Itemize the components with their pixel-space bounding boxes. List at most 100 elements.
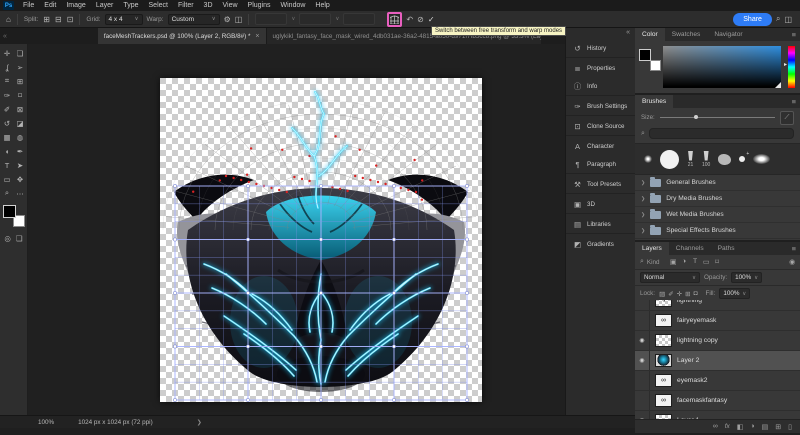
brush-tool[interactable]: ✐ [1, 102, 14, 116]
tab-paths[interactable]: Paths [711, 242, 742, 255]
dock-item-clone-source[interactable]: ⊡Clone Source [566, 117, 635, 136]
warp-control-point[interactable] [392, 238, 395, 241]
layer-row[interactable]: ◉Layer 2 [635, 351, 800, 371]
brush-preset-7[interactable] [753, 154, 770, 164]
dock-item-tool-presets[interactable]: ⚒Tool Presets [566, 175, 635, 194]
menu-help[interactable]: Help [310, 2, 334, 9]
type-filter-icon[interactable]: T [691, 258, 700, 266]
warp-control-point[interactable] [173, 184, 176, 187]
screen-mode-icon[interactable]: ❏ [16, 234, 23, 243]
tab-overflow-icon[interactable]: « [0, 33, 10, 40]
menu-view[interactable]: View [218, 2, 243, 9]
slider-knob[interactable] [694, 115, 698, 119]
warp-control-point[interactable] [319, 184, 322, 187]
filter-toggle-icon[interactable]: ◉ [789, 258, 795, 266]
warp-control-point[interactable] [319, 238, 322, 241]
menu-window[interactable]: Window [276, 2, 311, 9]
warp-control-point[interactable] [319, 398, 322, 401]
dock-item-paragraph[interactable]: ¶Paragraph [566, 155, 635, 174]
visibility-toggle[interactable] [635, 311, 650, 330]
menu-select[interactable]: Select [144, 2, 173, 9]
warp-control-point[interactable] [246, 184, 249, 187]
stroke-preview-toggle[interactable]: ⟋ [780, 111, 794, 125]
tab-color[interactable]: Color [635, 28, 665, 41]
foreground-color-swatch[interactable] [639, 49, 651, 61]
layer-thumbnail[interactable]: ∞ [655, 374, 672, 387]
layer-thumbnail[interactable]: ∞ [655, 314, 672, 327]
new-layer-icon[interactable]: ⊞ [775, 423, 781, 431]
brush-preset-2[interactable] [660, 150, 679, 169]
menu-3d[interactable]: 3D [199, 2, 218, 9]
visibility-toggle[interactable]: ◉ [635, 331, 650, 350]
hue-slider[interactable] [788, 46, 795, 88]
dock-item-libraries[interactable]: ▤Libraries [566, 215, 635, 234]
color-gradient-field[interactable] [663, 46, 781, 88]
visibility-toggle[interactable] [635, 371, 650, 390]
zoom-tool[interactable]: ⌕ [1, 186, 14, 200]
brush-folder-general-brushes[interactable]: ❯General Brushes [635, 175, 800, 191]
dock-item-3d[interactable]: ▣3D [566, 195, 635, 214]
frame-tool[interactable]: ⊞ [14, 74, 27, 88]
smart-object-filter-icon[interactable]: ⌑ [713, 258, 722, 266]
warp-control-point[interactable] [319, 291, 322, 294]
menu-plugins[interactable]: Plugins [243, 2, 276, 9]
dock-item-info[interactable]: ⓘInfo [566, 77, 635, 96]
warp-control-point[interactable] [246, 238, 249, 241]
menu-type[interactable]: Type [118, 2, 143, 9]
warp-control-point[interactable] [173, 291, 176, 294]
home-icon[interactable]: ⌂ [6, 15, 11, 24]
fill-select[interactable]: 100% ∨ [719, 288, 750, 299]
menu-image[interactable]: Image [61, 2, 90, 9]
history-brush-tool[interactable]: ↺ [1, 116, 14, 130]
shape-filter-icon[interactable]: ▭ [702, 258, 711, 266]
warp-control-point[interactable] [246, 291, 249, 294]
gear-icon[interactable]: ⚙ [224, 15, 231, 24]
pixel-filter-icon[interactable]: ▣ [669, 258, 678, 266]
visibility-toggle[interactable] [635, 391, 650, 410]
layer-thumbnail[interactable]: ∞ [655, 394, 672, 407]
warp-control-point[interactable] [246, 398, 249, 401]
lock-artboard-icon[interactable]: ⊞ [685, 290, 690, 298]
dock-item-properties[interactable]: ≣Properties [566, 59, 635, 77]
menu-file[interactable]: File [18, 2, 39, 9]
warp-control-point[interactable] [246, 345, 249, 348]
foreground-color-swatch[interactable] [3, 205, 16, 218]
color-swatch-pair[interactable] [639, 49, 661, 71]
dock-item-character[interactable]: ACharacter [566, 137, 635, 155]
warp-control-point[interactable] [392, 398, 395, 401]
zoom-level[interactable]: 100% [38, 419, 54, 426]
filter-kind-label[interactable]: Kind [647, 259, 660, 266]
expand-arrow-icon[interactable]: ❯ [641, 196, 645, 202]
warp-control-point[interactable] [392, 184, 395, 187]
brush-preset-5[interactable] [718, 154, 731, 165]
warp-control-point[interactable] [465, 184, 468, 187]
expand-arrow-icon[interactable]: ❯ [641, 180, 645, 186]
tab-brushes[interactable]: Brushes [635, 95, 673, 108]
brush-preset-1[interactable] [644, 155, 652, 163]
type-tool[interactable]: T [1, 158, 14, 172]
brush-preset-3[interactable]: 21 [687, 151, 694, 168]
split-vertical-icon[interactable]: ⊡ [67, 15, 74, 24]
lock-position-icon[interactable]: ✛ [677, 290, 682, 298]
panel-menu-icon[interactable]: ≡ [792, 244, 796, 253]
opacity-select[interactable]: 100% ∨ [731, 272, 762, 283]
warp-orientation-icon[interactable]: ◫ [235, 15, 243, 24]
dock-item-gradients[interactable]: ◩Gradients [566, 235, 635, 253]
move-tool[interactable]: ✛ [1, 46, 14, 60]
menu-edit[interactable]: Edit [39, 2, 61, 9]
eraser-tool[interactable]: ◪ [14, 116, 27, 130]
warp-control-point[interactable] [173, 398, 176, 401]
warp-control-point[interactable] [392, 345, 395, 348]
menu-layer[interactable]: Layer [91, 2, 119, 9]
marquee-tool[interactable]: ❏ [14, 46, 27, 60]
warp-control-point[interactable] [465, 345, 468, 348]
layer-row[interactable]: ∞fairyeyemask [635, 311, 800, 331]
split-horizontal-icon[interactable]: ⊟ [55, 15, 62, 24]
new-group-icon[interactable]: ▤ [762, 423, 769, 431]
status-chevron-icon[interactable]: ❯ [197, 419, 202, 426]
close-icon[interactable]: × [255, 33, 259, 40]
blur-tool[interactable]: ◍ [14, 130, 27, 144]
dock-item-brush-settings[interactable]: ✑Brush Settings [566, 97, 635, 116]
undo-icon[interactable]: ↶ [406, 15, 413, 24]
brush-folder-special-effects-brushes[interactable]: ❯Special Effects Brushes [635, 223, 800, 239]
